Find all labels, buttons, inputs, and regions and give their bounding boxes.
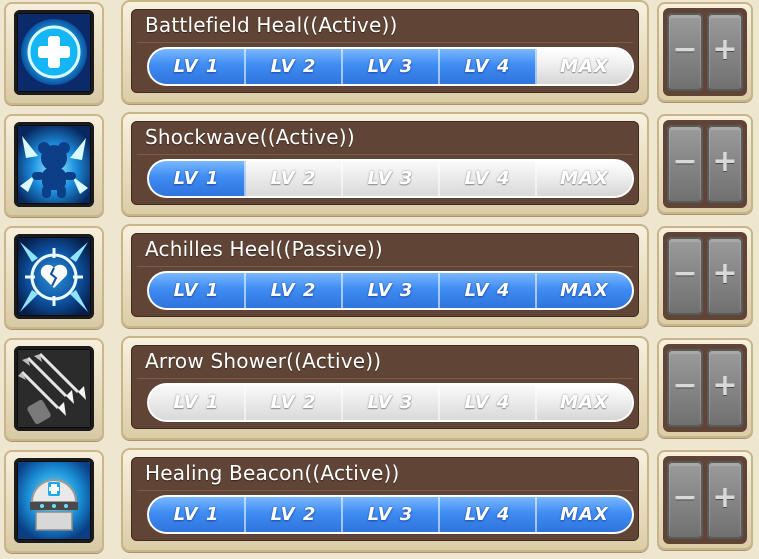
level-max-segment[interactable]: MAX — [537, 49, 632, 84]
minus-icon: − — [672, 480, 698, 515]
plus-icon: + — [712, 480, 738, 515]
level-4-segment[interactable]: LV 4 — [440, 273, 537, 308]
level-max-segment[interactable]: MAX — [537, 497, 632, 532]
skill-name: Achilles Heel((Passive)) — [145, 237, 383, 261]
level-4-segment[interactable]: LV 4 — [440, 385, 537, 420]
skill-name: Arrow Shower((Active)) — [145, 349, 382, 373]
skill-row: Achilles Heel((Passive)) LV 1 LV 2 LV 3 … — [0, 224, 759, 333]
skill-row: Battlefield Heal((Active)) LV 1 LV 2 LV … — [0, 0, 759, 109]
skill-icon-frame — [4, 338, 104, 441]
skill-icon-frame — [4, 2, 104, 105]
skill-icon-frame — [4, 226, 104, 329]
level-1-segment[interactable]: LV 1 — [149, 49, 246, 84]
level-max-segment[interactable]: MAX — [537, 385, 632, 420]
plus-icon: + — [712, 144, 738, 179]
decrease-level-button[interactable]: − — [667, 349, 703, 427]
arrows-icon — [14, 346, 94, 431]
level-controls: − + — [657, 2, 753, 102]
skill-name: Battlefield Heal((Active)) — [145, 13, 398, 37]
level-bar: LV 1 LV 2 LV 3 LV 4 MAX — [149, 49, 632, 84]
level-3-segment[interactable]: LV 3 — [343, 385, 440, 420]
healing-beacon-icon — [14, 458, 94, 543]
level-1-segment[interactable]: LV 1 — [149, 497, 246, 532]
level-2-segment[interactable]: LV 2 — [246, 273, 343, 308]
divider — [137, 42, 633, 43]
skill-row: Healing Beacon((Active)) LV 1 LV 2 LV 3 … — [0, 448, 759, 557]
level-max-segment[interactable]: MAX — [537, 161, 632, 196]
skill-row: Arrow Shower((Active)) LV 1 LV 2 LV 3 LV… — [0, 336, 759, 445]
plus-icon: + — [712, 256, 738, 291]
level-2-segment[interactable]: LV 2 — [246, 497, 343, 532]
level-4-segment[interactable]: LV 4 — [440, 161, 537, 196]
skill-panel: Shockwave((Active)) LV 1 LV 2 LV 3 LV 4 … — [121, 112, 649, 216]
decrease-level-button[interactable]: − — [667, 461, 703, 539]
increase-level-button[interactable]: + — [707, 237, 743, 315]
level-1-segment[interactable]: LV 1 — [149, 385, 246, 420]
medical-cross-icon — [14, 10, 94, 95]
broken-heart-target-icon — [14, 234, 94, 319]
level-4-segment[interactable]: LV 4 — [440, 49, 537, 84]
level-bar: LV 1 LV 2 LV 3 LV 4 MAX — [149, 497, 632, 532]
skill-icon-frame — [4, 450, 104, 553]
level-3-segment[interactable]: LV 3 — [343, 497, 440, 532]
skill-panel: Battlefield Heal((Active)) LV 1 LV 2 LV … — [121, 0, 649, 104]
level-3-segment[interactable]: LV 3 — [343, 273, 440, 308]
level-controls: − + — [657, 450, 753, 550]
skill-panel: Arrow Shower((Active)) LV 1 LV 2 LV 3 LV… — [121, 336, 649, 440]
divider — [137, 266, 633, 267]
level-bar: LV 1 LV 2 LV 3 LV 4 MAX — [149, 385, 632, 420]
level-controls: − + — [657, 226, 753, 326]
decrease-level-button[interactable]: − — [667, 237, 703, 315]
skill-row: Shockwave((Active)) LV 1 LV 2 LV 3 LV 4 … — [0, 112, 759, 221]
level-1-segment[interactable]: LV 1 — [149, 161, 246, 196]
skill-name: Shockwave((Active)) — [145, 125, 355, 149]
level-2-segment[interactable]: LV 2 — [246, 49, 343, 84]
increase-level-button[interactable]: + — [707, 461, 743, 539]
increase-level-button[interactable]: + — [707, 349, 743, 427]
level-controls: − + — [657, 338, 753, 438]
plus-icon: + — [712, 32, 738, 67]
level-2-segment[interactable]: LV 2 — [246, 385, 343, 420]
skill-panel: Healing Beacon((Active)) LV 1 LV 2 LV 3 … — [121, 448, 649, 552]
minus-icon: − — [672, 256, 698, 291]
level-4-segment[interactable]: LV 4 — [440, 497, 537, 532]
skill-icon-frame — [4, 114, 104, 217]
plus-icon: + — [712, 368, 738, 403]
skill-name: Healing Beacon((Active)) — [145, 461, 400, 485]
level-max-segment[interactable]: MAX — [537, 273, 632, 308]
level-1-segment[interactable]: LV 1 — [149, 273, 246, 308]
minus-icon: − — [672, 368, 698, 403]
divider — [137, 154, 633, 155]
level-bar: LV 1 LV 2 LV 3 LV 4 MAX — [149, 273, 632, 308]
divider — [137, 490, 633, 491]
skill-panel: Achilles Heel((Passive)) LV 1 LV 2 LV 3 … — [121, 224, 649, 328]
minus-icon: − — [672, 144, 698, 179]
decrease-level-button[interactable]: − — [667, 13, 703, 91]
level-3-segment[interactable]: LV 3 — [343, 49, 440, 84]
level-3-segment[interactable]: LV 3 — [343, 161, 440, 196]
shockwave-icon — [14, 122, 94, 207]
increase-level-button[interactable]: + — [707, 125, 743, 203]
level-controls: − + — [657, 114, 753, 214]
level-2-segment[interactable]: LV 2 — [246, 161, 343, 196]
divider — [137, 378, 633, 379]
increase-level-button[interactable]: + — [707, 13, 743, 91]
minus-icon: − — [672, 32, 698, 67]
level-bar: LV 1 LV 2 LV 3 LV 4 MAX — [149, 161, 632, 196]
decrease-level-button[interactable]: − — [667, 125, 703, 203]
